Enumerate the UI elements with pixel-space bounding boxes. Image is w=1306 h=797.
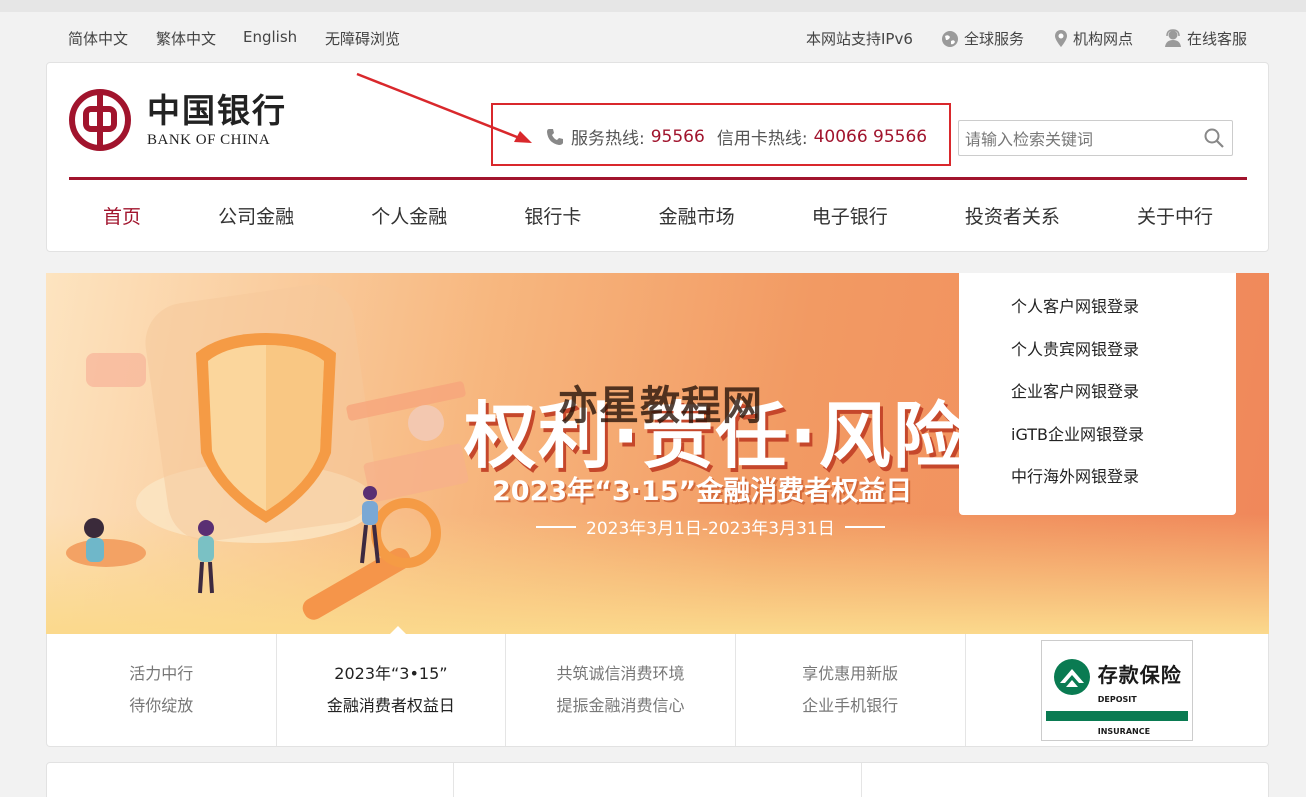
lower-panel-3 [862, 763, 1268, 797]
deposit-green-bar [1045, 710, 1188, 721]
logo-chinese-name: 中国银行 [147, 90, 287, 130]
nav-about[interactable]: 关于中行 [1137, 202, 1213, 229]
nav-markets[interactable]: 金融市场 [659, 202, 735, 229]
promo-line2: 企业手机银行 [802, 696, 899, 715]
promo-strip: 活力中行 待你绽放 2023年“3•15” 金融消费者权益日 共筑诚信消费环境 … [46, 626, 1269, 747]
site-watermark: 亦星教程网 [558, 383, 763, 429]
promo-line2: 金融消费者权益日 [326, 696, 455, 715]
bank-logo[interactable]: 中国银行 BANK OF CHINA [69, 89, 287, 151]
deposit-insurance-logo-icon [1053, 658, 1090, 695]
nav-investor[interactable]: 投资者关系 [965, 202, 1060, 229]
bank-of-china-logo-icon [69, 89, 131, 151]
hotline-highlight-box: 服务热线: 95566 信用卡热线: 40066 95566 [491, 103, 951, 166]
promo-line1: 活力中行 [129, 664, 194, 683]
lang-simplified[interactable]: 简体中文 [68, 28, 128, 49]
online-service-link[interactable]: 在线客服 [1164, 28, 1247, 49]
online-service-label: 在线客服 [1187, 30, 1248, 48]
utility-bar: 简体中文 繁体中文 English 无障碍浏览 本网站支持IPv6 全球服务 机… [0, 18, 1306, 60]
promo-line1: 共筑诚信消费环境 [556, 664, 685, 683]
globe-icon [942, 30, 958, 47]
promo-line2: 提振金融消费信心 [556, 696, 685, 715]
ebank-corporate-login[interactable]: 企业客户网银登录 [1011, 380, 1236, 423]
active-caret [389, 626, 406, 634]
branches-link[interactable]: 机构网点 [1054, 28, 1133, 49]
lang-english[interactable]: English [243, 28, 297, 46]
ebank-igtb-login[interactable]: iGTB企业网银登录 [1011, 423, 1236, 466]
promo-item[interactable]: 活力中行 待你绽放 [47, 634, 277, 746]
service-hotline-number[interactable]: 95566 [651, 127, 705, 147]
ebank-login-panel: 个人客户网银登录 个人贵宾网银登录 企业客户网银登录 iGTB企业网银登录 中行… [959, 273, 1236, 515]
deposit-insurance-badge[interactable]: 存款保险 DEPOSIT INSURANCE [1040, 639, 1193, 741]
global-service-label: 全球服务 [964, 30, 1025, 48]
branches-label: 机构网点 [1073, 30, 1134, 48]
global-service-link[interactable]: 全球服务 [941, 28, 1024, 49]
promo-item[interactable]: 共筑诚信消费环境 提振金融消费信心 [506, 634, 736, 746]
date-dash-left [536, 525, 576, 528]
customer-service-icon [1165, 29, 1181, 47]
location-pin-icon [1055, 30, 1067, 47]
promo-line1: 2023年“3•15” [334, 664, 448, 683]
banner-subtitle: 2023年“3·15”金融消费者权益日 [492, 476, 913, 507]
search-icon[interactable] [1204, 128, 1224, 148]
promo-line2: 待你绽放 [129, 696, 194, 715]
lower-panels [46, 762, 1269, 797]
browser-top-strip [0, 0, 1306, 12]
nav-cards[interactable]: 银行卡 [524, 202, 581, 229]
accessibility-link[interactable]: 无障碍浏览 [325, 28, 400, 49]
ipv6-note: 本网站支持IPv6 [806, 28, 913, 49]
ebank-vip-login[interactable]: 个人贵宾网银登录 [1011, 338, 1236, 381]
main-nav: 首页 公司金融 个人金融 银行卡 金融市场 电子银行 投资者关系 关于中行 [69, 187, 1247, 243]
date-dash-right [844, 525, 885, 528]
search-box [958, 120, 1233, 156]
promo-line1: 享优惠用新版 [802, 664, 899, 683]
deposit-insurance-cell: 存款保险 DEPOSIT INSURANCE [966, 634, 1269, 746]
nav-corporate[interactable]: 公司金融 [218, 202, 294, 229]
logo-english-name: BANK OF CHINA [147, 131, 271, 148]
card-hotline-number[interactable]: 40066 95566 [814, 127, 928, 147]
banner-illustration [66, 284, 469, 620]
hero-banner[interactable]: 权利·责任·风险 亦星教程网 2023年“3·15”金融消费者权益日 2023年… [46, 273, 1269, 634]
promo-item-active[interactable]: 2023年“3•15” 金融消费者权益日 [277, 626, 507, 746]
service-hotline-label: 服务热线: [571, 129, 645, 149]
header-divider [69, 177, 1247, 180]
lower-panel-1 [47, 763, 455, 797]
ebank-overseas-login[interactable]: 中行海外网银登录 [1011, 465, 1236, 508]
search-input[interactable] [965, 127, 1195, 151]
ipv6-label: 本网站支持IPv6 [806, 30, 913, 48]
phone-icon [547, 128, 563, 145]
nav-personal[interactable]: 个人金融 [371, 202, 447, 229]
promo-item[interactable]: 享优惠用新版 企业手机银行 [736, 634, 966, 746]
ebank-personal-login[interactable]: 个人客户网银登录 [1011, 295, 1236, 338]
lower-panel-2 [454, 763, 862, 797]
lang-traditional[interactable]: 繁体中文 [156, 28, 216, 49]
banner-date-text: 2023年3月1日-2023年3月31日 [586, 519, 835, 539]
banner-date: 2023年3月1日-2023年3月31日 [536, 514, 885, 539]
card-hotline-label: 信用卡热线: [716, 129, 808, 149]
nav-ebanking[interactable]: 电子银行 [812, 202, 888, 229]
site-header: 中国银行 BANK OF CHINA 服务热线: 95566 信用卡热线: 40… [46, 62, 1269, 252]
hotline: 服务热线: 95566 信用卡热线: 40066 95566 [545, 124, 939, 149]
nav-home[interactable]: 首页 [103, 202, 141, 229]
